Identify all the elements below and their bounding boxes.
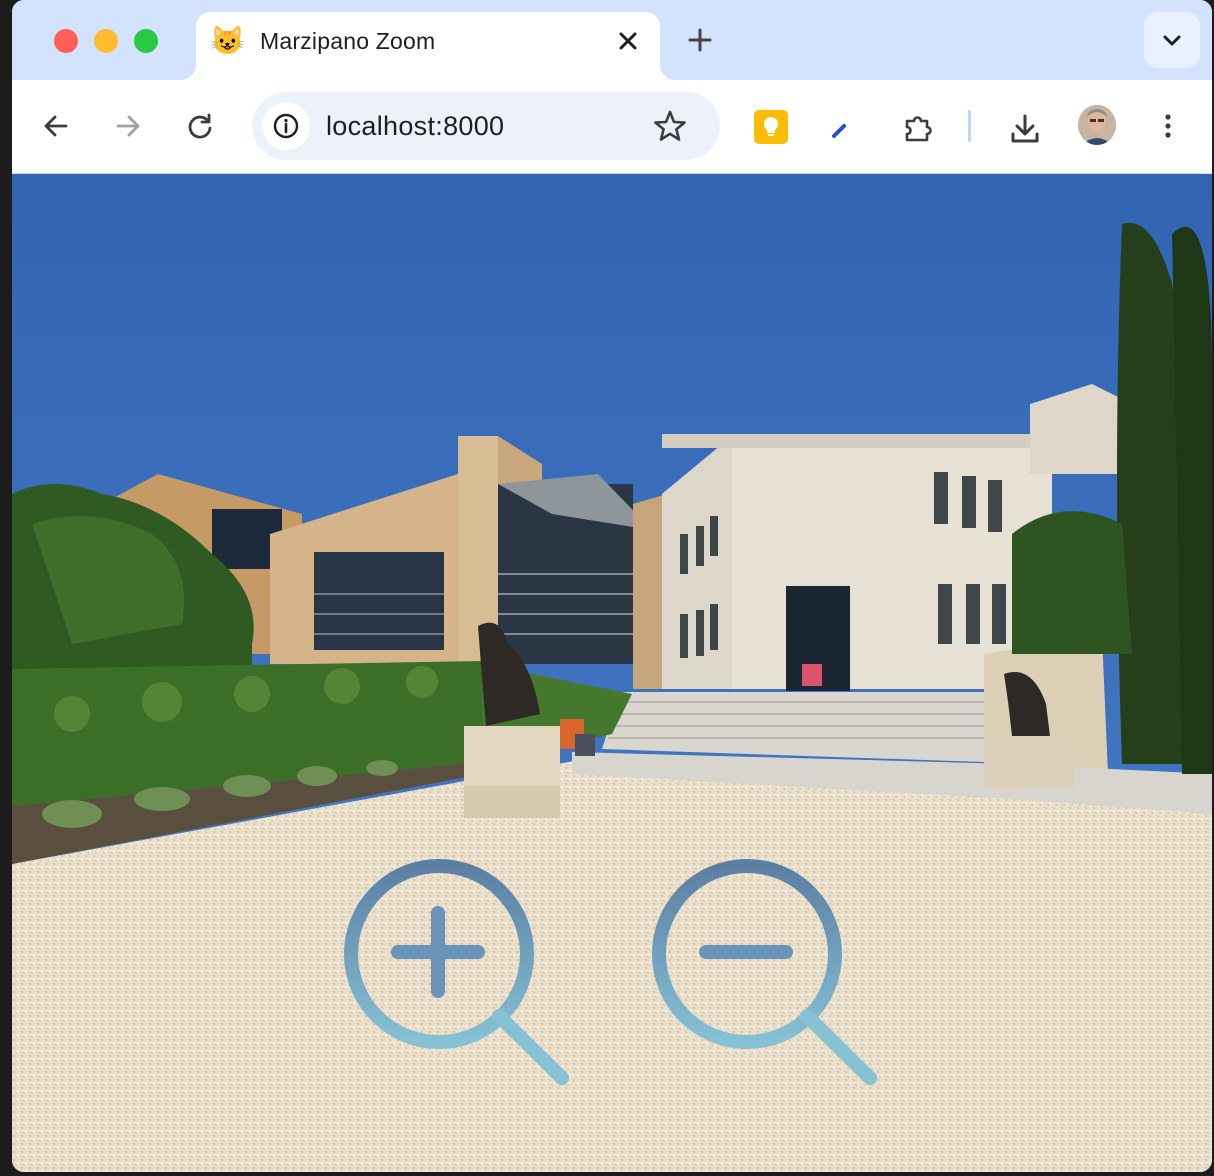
maximize-window-button[interactable]	[134, 29, 158, 53]
zoom-in-icon	[344, 859, 569, 1085]
download-icon	[1011, 114, 1039, 143]
downloads-button[interactable]	[1002, 106, 1042, 146]
close-window-button[interactable]	[54, 29, 78, 53]
toolbar: localhost:8000	[12, 80, 1212, 174]
panorama-viewer[interactable]	[12, 174, 1212, 1172]
puzzle-icon	[905, 116, 932, 142]
back-button[interactable]	[36, 106, 76, 146]
tab-title: Marzipano Zoom	[260, 28, 436, 54]
avatar[interactable]	[1078, 105, 1116, 145]
toolbar-divider	[968, 110, 971, 142]
zoom-out-button[interactable]	[646, 856, 886, 1096]
url-text[interactable]: localhost:8000	[326, 111, 504, 142]
panorama-scene	[12, 174, 1212, 1172]
pen-icon[interactable]	[828, 114, 856, 142]
reload-button[interactable]	[180, 106, 220, 146]
close-icon[interactable]	[614, 27, 642, 55]
star-icon[interactable]	[652, 108, 688, 144]
browser-window: 😺 Marzipano Zoom localhost:8000	[12, 0, 1212, 1172]
kebab-menu-icon	[1165, 114, 1171, 138]
arrow-left-icon	[44, 115, 68, 137]
cat-face-icon: 😺	[210, 25, 245, 56]
zoom-in-button[interactable]	[338, 856, 578, 1096]
extensions-button[interactable]	[896, 106, 936, 146]
address-bar[interactable]: localhost:8000	[252, 92, 720, 160]
plus-icon[interactable]	[684, 24, 716, 56]
menu-button[interactable]	[1148, 106, 1188, 146]
reload-icon	[188, 113, 212, 139]
info-icon[interactable]	[262, 102, 310, 150]
minimize-window-button[interactable]	[94, 29, 118, 53]
arrow-right-icon	[116, 115, 140, 137]
chevron-down-icon	[1163, 35, 1181, 46]
forward-button[interactable]	[108, 106, 148, 146]
tab-search-button[interactable]	[1144, 12, 1200, 68]
zoom-out-icon	[652, 859, 877, 1085]
tab-strip: 😺 Marzipano Zoom	[12, 0, 1212, 80]
lightbulb-icon[interactable]	[754, 110, 788, 144]
tab-active[interactable]: 😺 Marzipano Zoom	[180, 12, 676, 80]
